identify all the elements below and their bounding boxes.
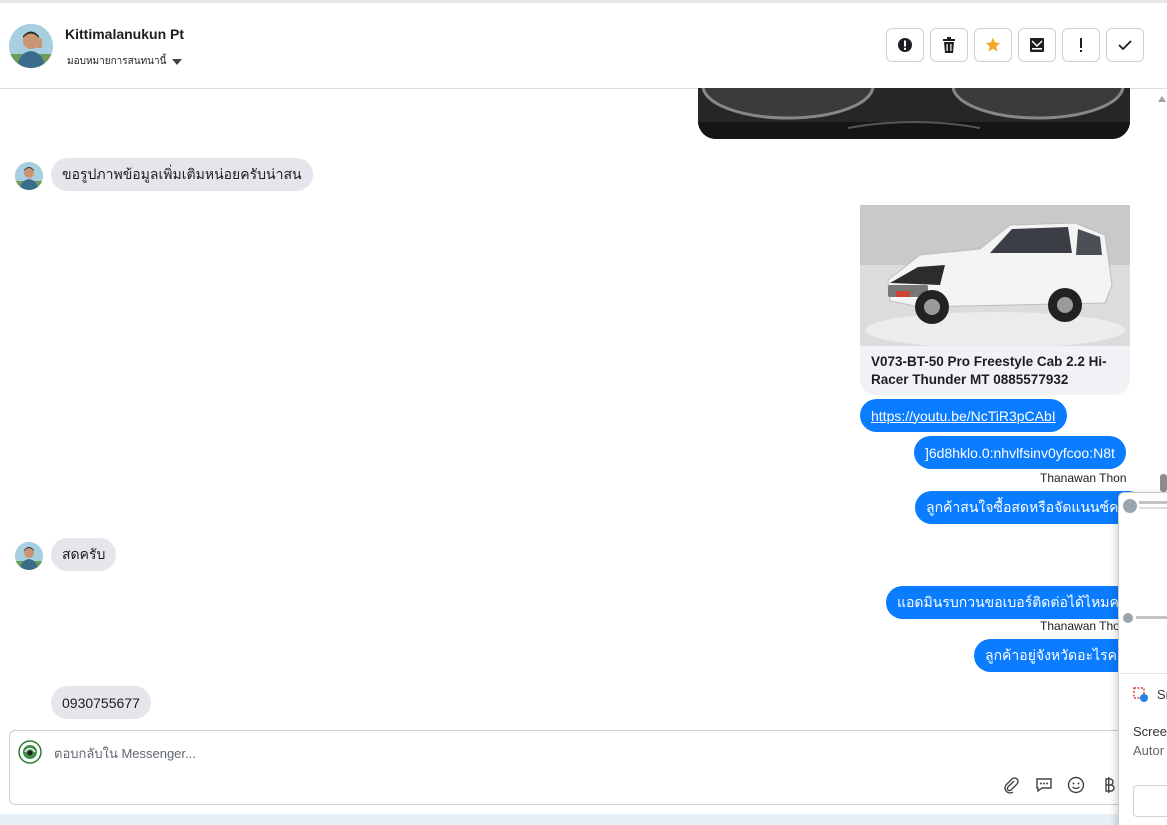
emoji-button[interactable] (1065, 774, 1087, 796)
message-outgoing-link[interactable]: https://youtu.be/NcTiR3pCAbI (860, 399, 1067, 432)
delete-button[interactable] (930, 28, 968, 62)
sender-name: Thanawan Thon (1040, 619, 1127, 633)
smiley-icon (1067, 776, 1085, 794)
contact-avatar-small (15, 542, 43, 570)
overlay-popup: Sn Scree Autor (1118, 492, 1167, 825)
message-incoming[interactable]: ขอรูปภาพข้อมูลเพิ่มเติมหน่อยครับน่าสน (51, 158, 313, 191)
contact-avatar-small (15, 162, 43, 190)
product-card[interactable]: V073-BT-50 Pro Freestyle Cab 2.2 Hi-Race… (860, 205, 1130, 395)
caret-down-icon (172, 58, 183, 65)
done-icon (1118, 40, 1132, 51)
star-icon (985, 37, 1001, 52)
product-title: V073-BT-50 Pro Freestyle Cab 2.2 Hi-Race… (871, 354, 1107, 387)
popup-divider (1119, 673, 1167, 674)
important-button[interactable] (1062, 28, 1100, 62)
popup-button[interactable] (1133, 785, 1167, 817)
bottom-bar (0, 814, 1167, 825)
assign-label: มอบหมายการสนทนานี้ (67, 56, 167, 67)
popup-line (1139, 507, 1167, 509)
message-incoming[interactable]: 0930755677 (51, 686, 151, 719)
star-button[interactable] (974, 28, 1012, 62)
contact-avatar[interactable] (9, 24, 53, 68)
payment-button[interactable] (1098, 774, 1120, 796)
popup-avatar (1123, 613, 1133, 623)
reply-input[interactable] (54, 746, 954, 761)
conversation-header: Kittimalanukun Pt มอบหมายการสนทนานี้ (0, 3, 1167, 89)
message-incoming[interactable]: สดครับ (51, 538, 117, 571)
snipping-tool-icon (1133, 687, 1149, 703)
message-text: ลูกค้าสนใจซื้อสดหรือจัดแนนซ์คะ (926, 498, 1126, 515)
popup-app-name: Sn (1157, 687, 1167, 702)
assign-conversation-dropdown[interactable]: มอบหมายการสนทนานี้ (67, 54, 183, 69)
message-text: ]6d8hklo.0:nhvlfsinv0yfcoo:N8t (925, 444, 1115, 461)
youtube-link[interactable]: https://youtu.be/NcTiR3pCAbI (871, 408, 1056, 424)
messenger-inbox: Kittimalanukun Pt มอบหมายการสนทนานี้ ขอร… (0, 0, 1167, 825)
mark-unread-button[interactable] (1018, 28, 1056, 62)
paperclip-icon (1004, 777, 1019, 794)
message-text: แอดมินรบกวนขอเบอร์ติดต่อได้ไหมคะ (897, 593, 1127, 610)
message-text: ขอรูปภาพข้อมูลเพิ่มเติมหน่อยครับน่าสน (62, 165, 302, 182)
product-image (860, 205, 1130, 346)
done-button[interactable] (1106, 28, 1144, 62)
report-icon (898, 38, 912, 52)
popup-line (1136, 616, 1167, 619)
sender-name: Thanawan Thon (1040, 471, 1127, 485)
message-text: 0930755677 (62, 694, 140, 711)
message-text: สดครับ (62, 545, 106, 562)
popup-subtitle: Autor (1133, 743, 1165, 758)
baht-icon (1105, 777, 1115, 793)
chat-bubble-icon (1036, 778, 1052, 793)
attach-button[interactable] (1000, 774, 1022, 796)
saved-replies-button[interactable] (1033, 774, 1055, 796)
page-logo (18, 740, 42, 764)
message-text: ลูกค้าอยู่จังหวัดอะไรคะ (985, 646, 1125, 663)
scrollbar-thumb[interactable] (1160, 474, 1167, 492)
popup-line (1139, 501, 1167, 504)
contact-name[interactable]: Kittimalanukun Pt (65, 26, 184, 42)
popup-avatar (1123, 499, 1137, 513)
mark-unread-icon (1030, 38, 1044, 52)
shared-photo-dashboard[interactable] (698, 88, 1130, 139)
important-icon (1080, 38, 1082, 52)
trash-icon (943, 37, 955, 53)
report-button[interactable] (886, 28, 924, 62)
message-outgoing[interactable]: แอดมินรบกวนขอเบอร์ติดต่อได้ไหมคะ (886, 586, 1146, 619)
popup-title: Scree (1133, 724, 1167, 739)
message-outgoing[interactable]: ลูกค้าสนใจซื้อสดหรือจัดแนนซ์คะ (915, 491, 1145, 524)
header-actions (886, 28, 1144, 62)
scroll-up-arrow-icon[interactable] (1158, 96, 1166, 102)
message-outgoing[interactable]: ]6d8hklo.0:nhvlfsinv0yfcoo:N8t (914, 436, 1126, 469)
reply-composer (9, 730, 1129, 805)
